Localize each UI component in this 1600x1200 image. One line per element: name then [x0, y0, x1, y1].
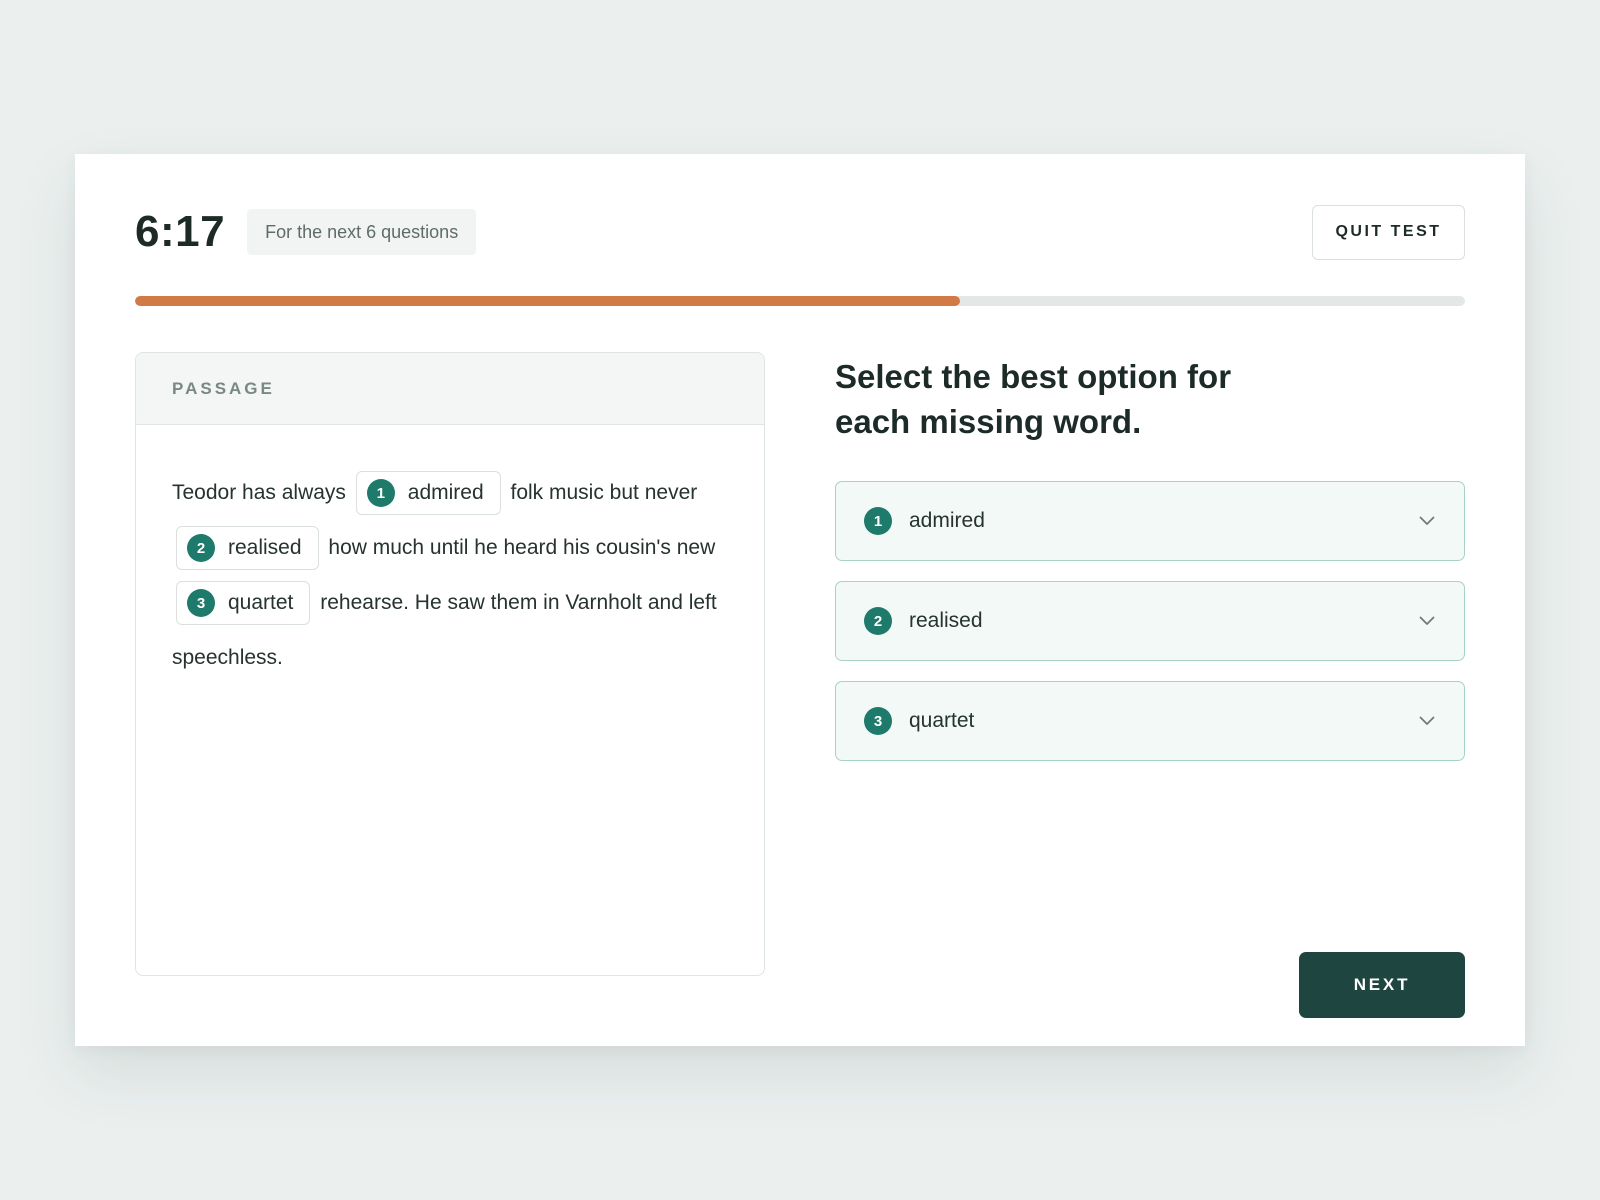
- timer-note: For the next 6 questions: [247, 209, 477, 255]
- quit-test-button[interactable]: QUIT TEST: [1312, 204, 1465, 260]
- blank-number: 3: [187, 589, 215, 618]
- blank-word: admired: [407, 481, 484, 505]
- passage-heading: PASSAGE: [136, 353, 764, 425]
- select-value: quartet: [909, 709, 975, 732]
- passage-blank-1[interactable]: 1 admired: [355, 471, 501, 516]
- answer-selects: 1 admired 2 realised 3 quartet: [835, 481, 1465, 761]
- progress-bar: [135, 296, 1465, 306]
- passage-text-segment: Teodor has always: [172, 481, 346, 504]
- chevron-down-icon: [1418, 612, 1436, 630]
- passage-panel: PASSAGE Teodor has always 1 admired folk …: [135, 352, 765, 976]
- test-card: 6:17 For the next 6 questions QUIT TEST …: [75, 154, 1525, 1046]
- answer-select-1[interactable]: 1 admired: [835, 481, 1465, 561]
- passage-text: Teodor has always 1 admired folk music bu…: [136, 425, 764, 685]
- blank-word: quartet: [228, 591, 294, 615]
- progress-fill: [135, 296, 960, 306]
- select-number: 1: [864, 507, 892, 535]
- timer: 6:17: [135, 207, 226, 256]
- next-button[interactable]: NEXT: [1299, 952, 1465, 1018]
- chevron-down-icon: [1418, 512, 1436, 530]
- blank-number: 2: [187, 534, 215, 563]
- answer-select-2[interactable]: 2 realised: [835, 581, 1465, 661]
- question-panel: Select the best option for each missing …: [835, 354, 1465, 1018]
- test-header: 6:17 For the next 6 questions QUIT TEST: [135, 204, 1465, 260]
- select-number: 3: [864, 707, 892, 735]
- select-number: 2: [864, 607, 892, 635]
- passage-blank-3[interactable]: 3 quartet: [176, 581, 311, 626]
- answer-select-3[interactable]: 3 quartet: [835, 681, 1465, 761]
- blank-number: 1: [366, 479, 395, 508]
- question-title: Select the best option for each missing …: [835, 358, 1232, 440]
- passage-text-segment: folk music but never: [510, 481, 698, 504]
- passage-text-segment: how much until he heard his cousin's new: [328, 536, 716, 559]
- passage-blank-2[interactable]: 2 realised: [176, 526, 319, 571]
- select-value: admired: [909, 509, 985, 532]
- blank-word: realised: [228, 536, 302, 560]
- select-value: realised: [909, 609, 983, 632]
- chevron-down-icon: [1418, 712, 1436, 730]
